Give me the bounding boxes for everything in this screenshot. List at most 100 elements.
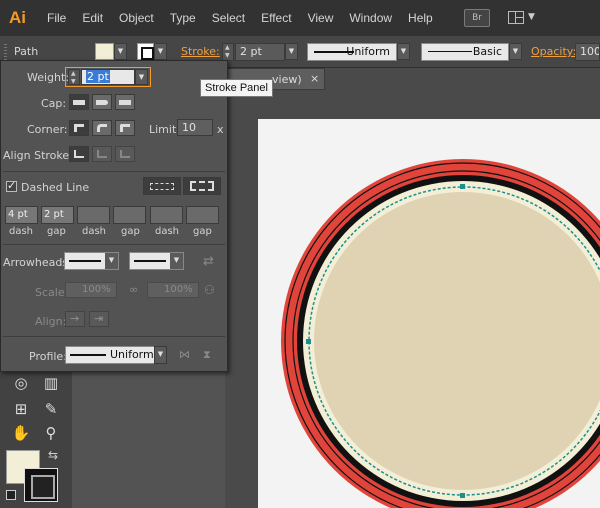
menu-help[interactable]: Help bbox=[408, 11, 433, 25]
fill-color-swatch[interactable] bbox=[95, 43, 114, 60]
menu-view[interactable]: View bbox=[308, 11, 334, 25]
flip-across-icon[interactable]: ⧗ bbox=[203, 348, 211, 362]
swap-fill-stroke-icon[interactable]: ⇆ bbox=[48, 448, 58, 462]
artboard-tool-icon[interactable]: ⊞ bbox=[10, 398, 32, 420]
stroke-color-swatch[interactable] bbox=[137, 43, 154, 60]
stroke-panel-link[interactable]: Stroke: bbox=[181, 45, 220, 58]
divider bbox=[3, 244, 225, 245]
menu-edit[interactable]: Edit bbox=[82, 11, 103, 25]
document-tab-title: view) bbox=[272, 73, 302, 86]
projecting-cap-icon bbox=[119, 100, 131, 105]
column-graph-icon[interactable]: ▥ bbox=[40, 372, 62, 394]
weight-label: Weight: bbox=[27, 71, 70, 84]
symbol-sprayer-icon[interactable]: ◎ bbox=[10, 372, 32, 394]
round-cap-button[interactable] bbox=[92, 94, 112, 110]
dash-pattern-icon bbox=[150, 183, 174, 190]
projecting-cap-button[interactable] bbox=[115, 94, 135, 110]
menu-effect[interactable]: Effect bbox=[261, 11, 291, 25]
gap-2-input[interactable] bbox=[113, 206, 146, 224]
brush-dropdown-button[interactable]: ▼ bbox=[509, 43, 522, 60]
workspace-switcher-button[interactable]: ▼ bbox=[506, 9, 536, 27]
align-outside-button[interactable] bbox=[115, 146, 135, 162]
arrow-tip-beyond-button[interactable]: → bbox=[65, 311, 85, 327]
selection-type-label: Path bbox=[14, 45, 39, 58]
stroke-weight-stepper[interactable] bbox=[222, 43, 234, 61]
stroke-box[interactable] bbox=[24, 468, 58, 502]
grip-icon[interactable] bbox=[4, 44, 7, 60]
circle-artwork[interactable] bbox=[258, 119, 600, 508]
arrow-right-icon: ⇥ bbox=[94, 312, 104, 325]
arrowhead-line-sample bbox=[69, 260, 101, 262]
stroke-color-dropdown-button[interactable]: ▼ bbox=[154, 43, 167, 60]
flip-along-icon[interactable]: ⋈ bbox=[179, 348, 190, 361]
profile-line-sample bbox=[70, 354, 106, 356]
link-icon[interactable]: ⚇ bbox=[204, 283, 215, 297]
align-center-button[interactable] bbox=[69, 146, 89, 162]
app-logo: Ai bbox=[9, 8, 26, 27]
end-scale-input[interactable]: 100% bbox=[147, 282, 199, 298]
bevel-join-button[interactable] bbox=[115, 120, 135, 136]
menu-select[interactable]: Select bbox=[212, 11, 245, 25]
weight-stepper[interactable] bbox=[68, 69, 80, 85]
weight-input[interactable]: 2 pt bbox=[81, 69, 135, 85]
start-arrowhead-select[interactable]: ▼ bbox=[64, 252, 119, 270]
round-join-button[interactable] bbox=[92, 120, 112, 136]
opacity-input[interactable]: 100% bbox=[575, 43, 600, 61]
align-inside-button[interactable] bbox=[92, 146, 112, 162]
dash-2-input[interactable] bbox=[77, 206, 110, 224]
menu-object[interactable]: Object bbox=[119, 11, 154, 25]
menu-type[interactable]: Type bbox=[170, 11, 196, 25]
link-scale-icon[interactable]: ∞ bbox=[129, 283, 138, 296]
menu-window[interactable]: Window bbox=[349, 11, 392, 25]
variable-width-value: Uniform bbox=[346, 45, 390, 58]
variable-width-select[interactable]: Uniform bbox=[307, 43, 397, 61]
stroke-weight-dropdown-button[interactable]: ▼ bbox=[285, 43, 298, 60]
fill-dropdown-button[interactable]: ▼ bbox=[114, 43, 127, 60]
cap-label: Cap: bbox=[41, 97, 67, 110]
start-scale-input[interactable]: 100% bbox=[65, 282, 117, 298]
gap-3-input[interactable] bbox=[186, 206, 219, 224]
slice-tool-icon[interactable]: ✎ bbox=[40, 398, 62, 420]
butt-cap-button[interactable] bbox=[69, 94, 89, 110]
weight-input-selected-text: 2 pt bbox=[86, 70, 110, 83]
anchor-point[interactable] bbox=[460, 493, 465, 498]
arrow-align-label: Align: bbox=[35, 315, 67, 328]
profile-select[interactable]: Uniform bbox=[65, 346, 167, 364]
limit-unit: x bbox=[217, 123, 224, 136]
profile-dropdown-button[interactable]: ▼ bbox=[154, 346, 167, 364]
brush-value: Basic bbox=[472, 45, 502, 58]
anchor-point[interactable] bbox=[306, 339, 311, 344]
zoom-tool-icon[interactable]: ⚲ bbox=[40, 422, 62, 444]
end-arrowhead-select[interactable]: ▼ bbox=[129, 252, 184, 270]
dash-1-input[interactable]: 4 pt bbox=[5, 206, 38, 224]
round-cap-icon bbox=[96, 100, 108, 105]
dashed-line-checkbox[interactable] bbox=[6, 179, 17, 192]
limit-label: Limit: bbox=[149, 123, 180, 136]
miter-join-button[interactable] bbox=[69, 120, 89, 136]
align-outside-icon bbox=[120, 150, 130, 158]
menu-bar: Ai File Edit Object Type Select Effect V… bbox=[0, 0, 600, 36]
align-dash-corners-button[interactable] bbox=[183, 177, 221, 195]
arrow-tip-end-button[interactable]: ⇥ bbox=[89, 311, 109, 327]
variable-width-dropdown-button[interactable]: ▼ bbox=[397, 43, 410, 60]
gap-1-input[interactable]: 2 pt bbox=[41, 206, 74, 224]
dash-corners-icon bbox=[190, 181, 214, 191]
default-colors-icon[interactable] bbox=[6, 490, 16, 500]
chevron-down-icon: ▼ bbox=[170, 253, 183, 269]
preserve-dash-button[interactable] bbox=[143, 177, 181, 195]
limit-input[interactable]: 10 bbox=[177, 119, 213, 136]
arrowheads-label: Arrowheads: bbox=[3, 256, 72, 269]
menu-file[interactable]: File bbox=[47, 11, 66, 25]
opacity-panel-link[interactable]: Opacity: bbox=[531, 45, 576, 58]
anchor-point[interactable] bbox=[460, 184, 465, 189]
hand-tool-icon[interactable]: ✋ bbox=[10, 422, 32, 444]
brush-select[interactable]: Basic bbox=[421, 43, 509, 61]
close-icon[interactable]: × bbox=[310, 72, 319, 85]
bridge-button[interactable]: Br bbox=[464, 9, 490, 27]
profile-label: Profile: bbox=[29, 350, 67, 363]
chevron-down-icon: ▼ bbox=[528, 12, 535, 22]
stroke-weight-input[interactable]: 2 pt bbox=[235, 43, 285, 61]
weight-dropdown-button[interactable]: ▼ bbox=[135, 69, 148, 85]
dash-3-input[interactable] bbox=[150, 206, 183, 224]
swap-arrowheads-icon[interactable]: ⇄ bbox=[203, 254, 214, 269]
